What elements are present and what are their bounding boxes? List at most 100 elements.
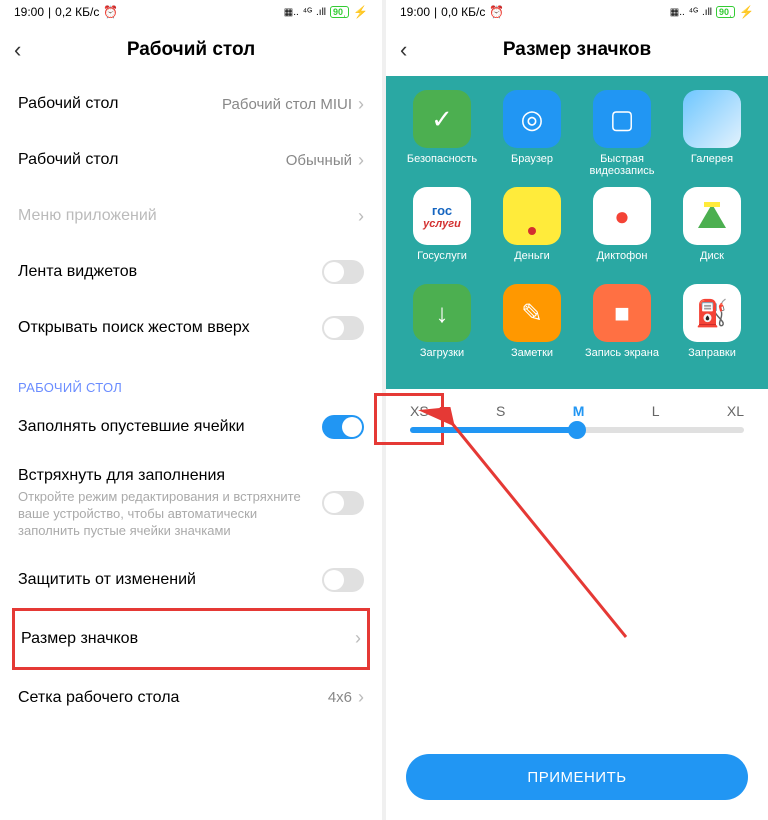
status-bar: 19:00 | 0,2 КБ/с ⏰ ▦.. ⁴ᴳ .ıll 90ˌ ⚡ [0,0,382,24]
app-label: Загрузки [420,347,464,371]
app-icon [503,187,561,245]
signal-bars-icon: .ıll [316,7,326,18]
status-time: 19:00 [14,5,44,19]
app-Заправки[interactable]: ⛽ Заправки [670,284,754,371]
toggle-widget-feed[interactable] [322,260,364,284]
header: ‹ Рабочий стол [0,24,382,76]
row-subtitle: Откройте режим редактирования и встряхни… [18,489,322,540]
charging-icon: ⚡ [739,5,754,19]
app-icon: ⛽ [683,284,741,342]
cards-icon: ▦.. [284,7,299,18]
charging-icon: ⚡ [353,5,368,19]
row-grid[interactable]: Сетка рабочего стола 4x6 › [18,670,364,726]
row-label: Меню приложений [18,207,157,225]
row-label: Защитить от изменений [18,571,196,589]
row-label: Размер значков [21,630,138,648]
chevron-right-icon: › [355,628,361,649]
row-value: Рабочий стол MIUI [222,96,352,113]
app-Галерея[interactable]: Галерея [670,90,754,177]
row-widget-feed[interactable]: Лента виджетов [18,244,364,300]
highlight-annotation-xs [374,393,444,445]
app-Госуслуги[interactable]: госуслуги Госуслуги [400,187,484,274]
size-option-xs[interactable]: XS [410,403,429,419]
cards-icon: ▦.. [670,7,685,18]
row-label: Сетка рабочего стола [18,689,179,707]
battery-icon: 90ˌ [716,6,735,18]
row-lock-layout[interactable]: Защитить от изменений [18,552,364,608]
app-icon: ▢ [593,90,651,148]
chevron-right-icon: › [358,206,364,227]
icon-size-screen: 19:00 | 0,0 КБ/с ⏰ ▦.. ⁴ᴳ .ıll 90ˌ ⚡ ‹ Р… [386,0,768,820]
app-Заметки[interactable]: ✎Заметки [490,284,574,371]
size-slider[interactable] [410,427,744,433]
app-icon: ● [593,187,651,245]
app-label: Быстрая видеозапись [580,153,664,177]
app-Запись экрана[interactable]: ■ Запись экрана [580,284,664,371]
row-label: Заполнять опустевшие ячейки [18,418,245,436]
status-traffic: 0,2 КБ/с [55,5,99,19]
alarm-icon: ⏰ [489,5,504,19]
row-mode[interactable]: Рабочий стол Обычный › [18,132,364,188]
app-Диск[interactable]: Диск [670,187,754,274]
app-label: Деньги [514,250,550,274]
app-icon: ■ [593,284,651,342]
apply-button[interactable]: ПРИМЕНИТЬ [406,754,748,800]
app-Браузер[interactable]: ◎ Браузер [490,90,574,177]
section-label: РАБОЧИЙ СТОЛ [18,380,364,395]
app-Быстрая видеозапись[interactable]: ▢ Быстрая видеозапись [580,90,664,177]
row-label: Встряхнуть для заполнения [18,467,322,485]
toggle-lock-layout[interactable] [322,568,364,592]
app-icon: госуслуги [413,187,471,245]
settings-screen: 19:00 | 0,2 КБ/с ⏰ ▦.. ⁴ᴳ .ıll 90ˌ ⚡ ‹ Р… [0,0,382,820]
app-icon: ✎ [503,284,561,342]
app-label: Браузер [511,153,553,177]
row-swipe-search[interactable]: Открывать поиск жестом вверх [18,300,364,356]
app-icon [683,187,741,245]
row-label: Лента виджетов [18,263,137,281]
size-option-s[interactable]: S [496,403,505,419]
row-label: Открывать поиск жестом вверх [18,319,250,337]
status-bar: 19:00 | 0,0 КБ/с ⏰ ▦.. ⁴ᴳ .ıll 90ˌ ⚡ [386,0,768,24]
row-shake-fill[interactable]: Встряхнуть для заполнения Откройте режим… [18,455,364,552]
size-option-xl[interactable]: XL [727,403,744,419]
app-label: Заправки [688,347,736,371]
arrow-annotation [406,407,666,687]
toggle-fill-cells[interactable] [322,415,364,439]
toggle-swipe-search[interactable] [322,316,364,340]
toggle-shake-fill[interactable] [322,491,364,515]
app-icon [683,90,741,148]
app-Загрузки[interactable]: ↓Загрузки [400,284,484,371]
size-option-l[interactable]: L [652,403,660,419]
chevron-right-icon: › [358,687,364,708]
page-title: Размер значков [503,39,651,61]
row-icon-size[interactable]: Размер значков › [21,611,361,667]
status-time: 19:00 [400,5,430,19]
app-label: Диктофон [597,250,648,274]
alarm-icon: ⏰ [103,5,118,19]
app-icon: ✓ [413,90,471,148]
back-button[interactable]: ‹ [400,37,407,63]
app-Диктофон[interactable]: ● Диктофон [580,187,664,274]
app-Деньги[interactable]: Деньги [490,187,574,274]
highlight-annotation: Размер значков › [12,608,370,670]
signal-bars-icon: .ıll [702,7,712,18]
app-label: Запись экрана [585,347,659,371]
row-fill-cells[interactable]: Заполнять опустевшие ячейки [18,399,364,455]
icon-preview: ✓Безопасность ◎ Браузер ▢ Быстрая видеозапис… [386,76,768,389]
size-option-m[interactable]: M [573,403,585,419]
signal-4g-icon: ⁴ᴳ [303,7,312,18]
row-label: Рабочий стол [18,95,118,113]
chevron-right-icon: › [358,150,364,171]
apply-label: ПРИМЕНИТЬ [527,769,626,786]
status-traffic: 0,0 КБ/с [441,5,485,19]
row-launcher[interactable]: Рабочий стол Рабочий стол MIUI › [18,76,364,132]
back-button[interactable]: ‹ [14,37,21,63]
chevron-right-icon: › [358,94,364,115]
slider-thumb[interactable] [568,421,586,439]
app-label: Галерея [691,153,733,177]
signal-4g-icon: ⁴ᴳ [689,7,698,18]
size-picker: XS S M L XL [386,389,768,447]
app-icon: ◎ [503,90,561,148]
app-label: Госуслуги [417,250,467,274]
app-Безопасность[interactable]: ✓Безопасность [400,90,484,177]
